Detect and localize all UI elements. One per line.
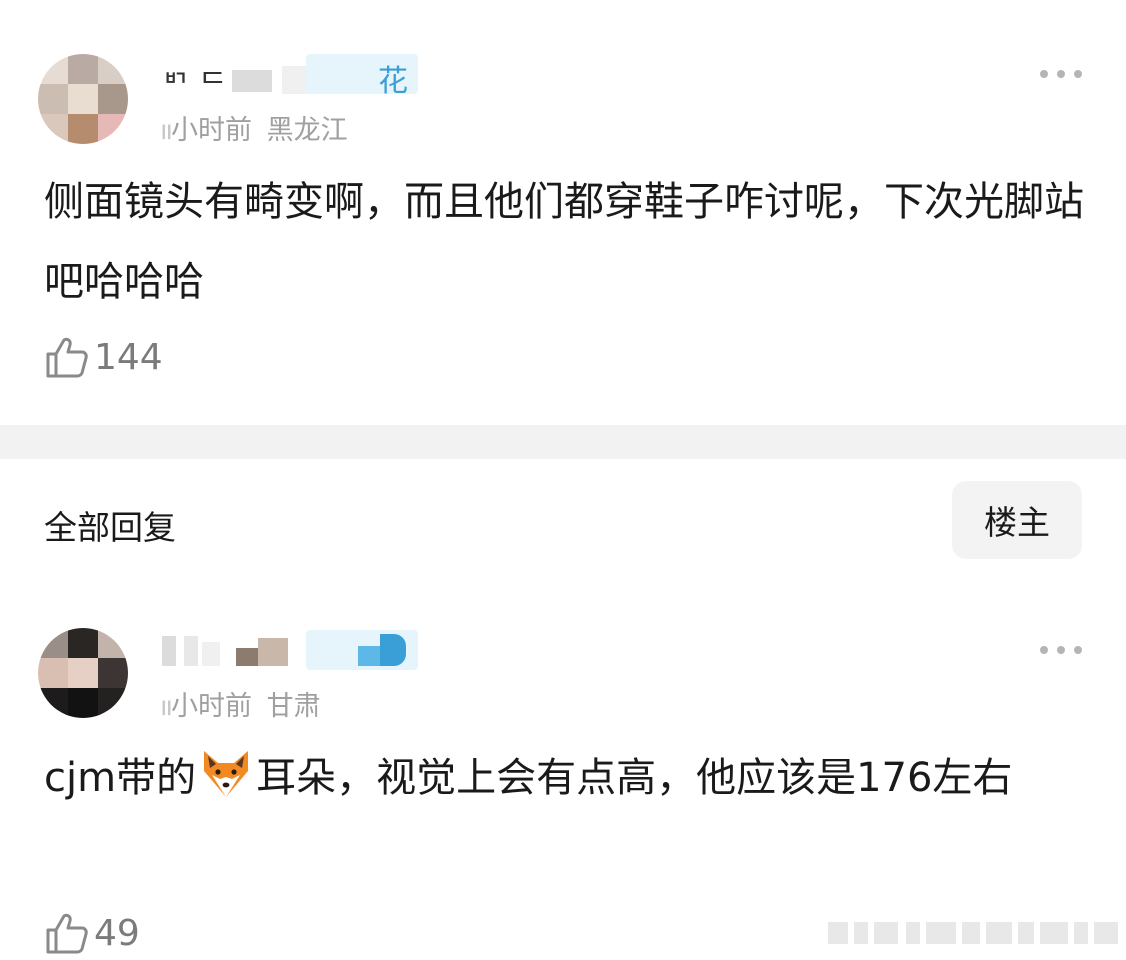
comment-thread-page: ᄞ ᄃ 花 ıı小时前 黑龙江 侧面镜头有畸变啊，而且他们都穿鞋子咋讨呢，下次光…: [0, 0, 1126, 960]
username-blur: [232, 70, 272, 92]
user-badge: [306, 630, 418, 670]
comment-meta: ıı小时前 黑龙江: [160, 115, 348, 146]
comment-location: 甘肃: [266, 691, 321, 722]
more-options-button[interactable]: [1040, 644, 1082, 656]
username-blur: [184, 636, 198, 666]
like-count: 49: [94, 912, 140, 954]
main-comment: ᄞ ᄃ 花 ıı小时前 黑龙江 侧面镜头有畸变啊，而且他们都穿鞋子咋讨呢，下次光…: [0, 0, 1126, 425]
more-dots-icon: [1040, 70, 1048, 78]
comment-location: 黑龙江: [266, 115, 348, 146]
username-blur: [236, 648, 258, 666]
comment-time: 小时前: [171, 115, 253, 146]
more-options-button[interactable]: [1040, 68, 1082, 80]
avatar[interactable]: [38, 628, 128, 718]
comment-text: cjm带的 耳朵，视觉上会有点高，他应该是176左右: [44, 738, 1084, 818]
owner-filter-button[interactable]: 楼主: [952, 481, 1082, 559]
username-blur: [258, 638, 288, 666]
like-button[interactable]: 144: [44, 334, 163, 380]
replies-header: 全部回复 楼主: [0, 459, 1126, 599]
section-divider: [0, 425, 1126, 459]
username-blur: [162, 636, 176, 666]
more-dots-icon: [1040, 646, 1048, 654]
thumbs-up-icon: [46, 337, 88, 378]
username-blur: [202, 642, 220, 666]
all-replies-title: 全部回复: [44, 508, 176, 547]
like-button[interactable]: 49: [44, 910, 140, 956]
thumbs-up-icon: [46, 913, 88, 954]
comment-time: 小时前: [171, 691, 253, 722]
comment-text: 侧面镜头有畸变啊，而且他们都穿鞋子咋讨呢，下次光脚站吧哈哈哈: [44, 179, 1084, 305]
user-badge: 花: [306, 54, 418, 99]
comment-meta: ıı小时前 甘肃: [160, 691, 321, 722]
like-count: 144: [94, 336, 163, 378]
reply-comment: ıı小时前 甘肃 cjm带的 耳朵，视觉上会有点高，他应该是176左右 49: [0, 600, 1126, 960]
watermark: [828, 922, 1118, 944]
fox-face-icon: [204, 751, 249, 797]
avatar[interactable]: [38, 54, 128, 144]
